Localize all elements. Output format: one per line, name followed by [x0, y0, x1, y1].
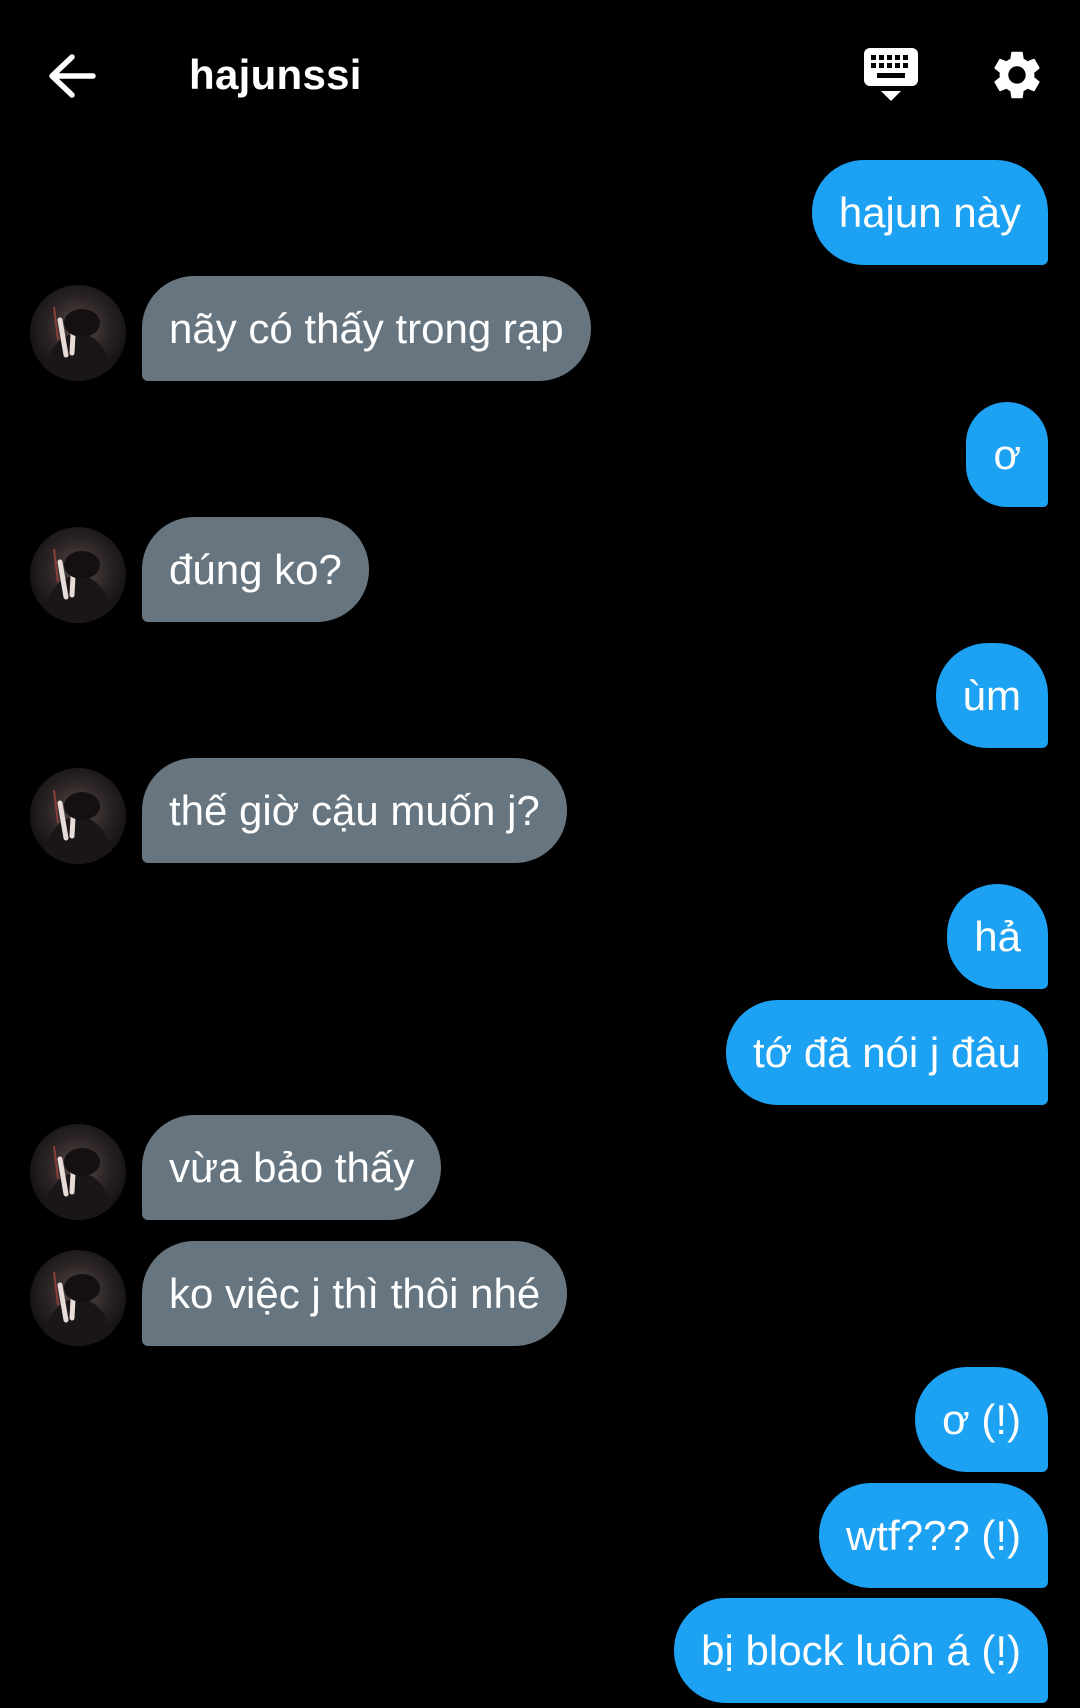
- avatar-photo: [30, 1124, 126, 1220]
- sent-message-bubble[interactable]: ùm: [935, 643, 1048, 748]
- avatar-photo: [30, 285, 126, 381]
- conversation-title[interactable]: hajunssi: [189, 45, 362, 105]
- received-message-bubble[interactable]: nãy có thấy trong rạp: [142, 276, 591, 381]
- message-text: ko việc j thì thôi nhé: [169, 1269, 541, 1317]
- avatar[interactable]: [30, 527, 126, 623]
- arrow-left-icon: [49, 54, 96, 98]
- avatar[interactable]: [30, 1250, 126, 1346]
- keyboard-hide-icon: [864, 48, 918, 101]
- back-button[interactable]: [44, 48, 100, 104]
- message-text: thế giờ cậu muốn j?: [169, 786, 540, 834]
- sent-message-bubble[interactable]: hajun này: [811, 160, 1048, 265]
- message-text: tớ đã nói j đâu: [752, 1028, 1021, 1076]
- chat-header: hajunssi: [0, 0, 1080, 150]
- message-text: đúng ko?: [169, 545, 342, 593]
- avatar[interactable]: [30, 285, 126, 381]
- message-text: vừa bảo thấy: [169, 1143, 415, 1191]
- sent-message-bubble[interactable]: ơ (!): [915, 1367, 1048, 1472]
- message-text: ơ: [993, 430, 1021, 478]
- message-text: hả: [974, 912, 1021, 960]
- message-text: ùm: [962, 671, 1021, 719]
- message-text: nãy có thấy trong rạp: [169, 304, 564, 352]
- received-message-bubble[interactable]: thế giờ cậu muốn j?: [142, 758, 567, 863]
- avatar[interactable]: [30, 1124, 126, 1220]
- sent-message-bubble[interactable]: bị block luôn á (!): [674, 1598, 1048, 1703]
- keyboard-toggle-button[interactable]: [862, 46, 920, 106]
- avatar-photo: [30, 527, 126, 623]
- message-text: wtf??? (!): [845, 1511, 1021, 1559]
- sent-message-bubble[interactable]: ơ: [966, 402, 1048, 507]
- gear-icon: [994, 51, 1040, 99]
- message-text: ơ (!): [942, 1395, 1021, 1443]
- avatar-photo: [30, 768, 126, 864]
- received-message-bubble[interactable]: vừa bảo thấy: [142, 1115, 442, 1220]
- sent-message-bubble[interactable]: hả: [947, 884, 1048, 989]
- received-message-bubble[interactable]: ko việc j thì thôi nhé: [142, 1241, 568, 1346]
- avatar-photo: [30, 1250, 126, 1346]
- settings-button[interactable]: [988, 44, 1046, 106]
- sent-message-bubble[interactable]: wtf??? (!): [818, 1483, 1048, 1588]
- received-message-bubble[interactable]: đúng ko?: [142, 517, 369, 622]
- message-text: bị block luôn á (!): [701, 1626, 1021, 1674]
- avatar[interactable]: [30, 768, 126, 864]
- message-text: hajun này: [838, 188, 1021, 236]
- sent-message-bubble[interactable]: tớ đã nói j đâu: [725, 1000, 1048, 1105]
